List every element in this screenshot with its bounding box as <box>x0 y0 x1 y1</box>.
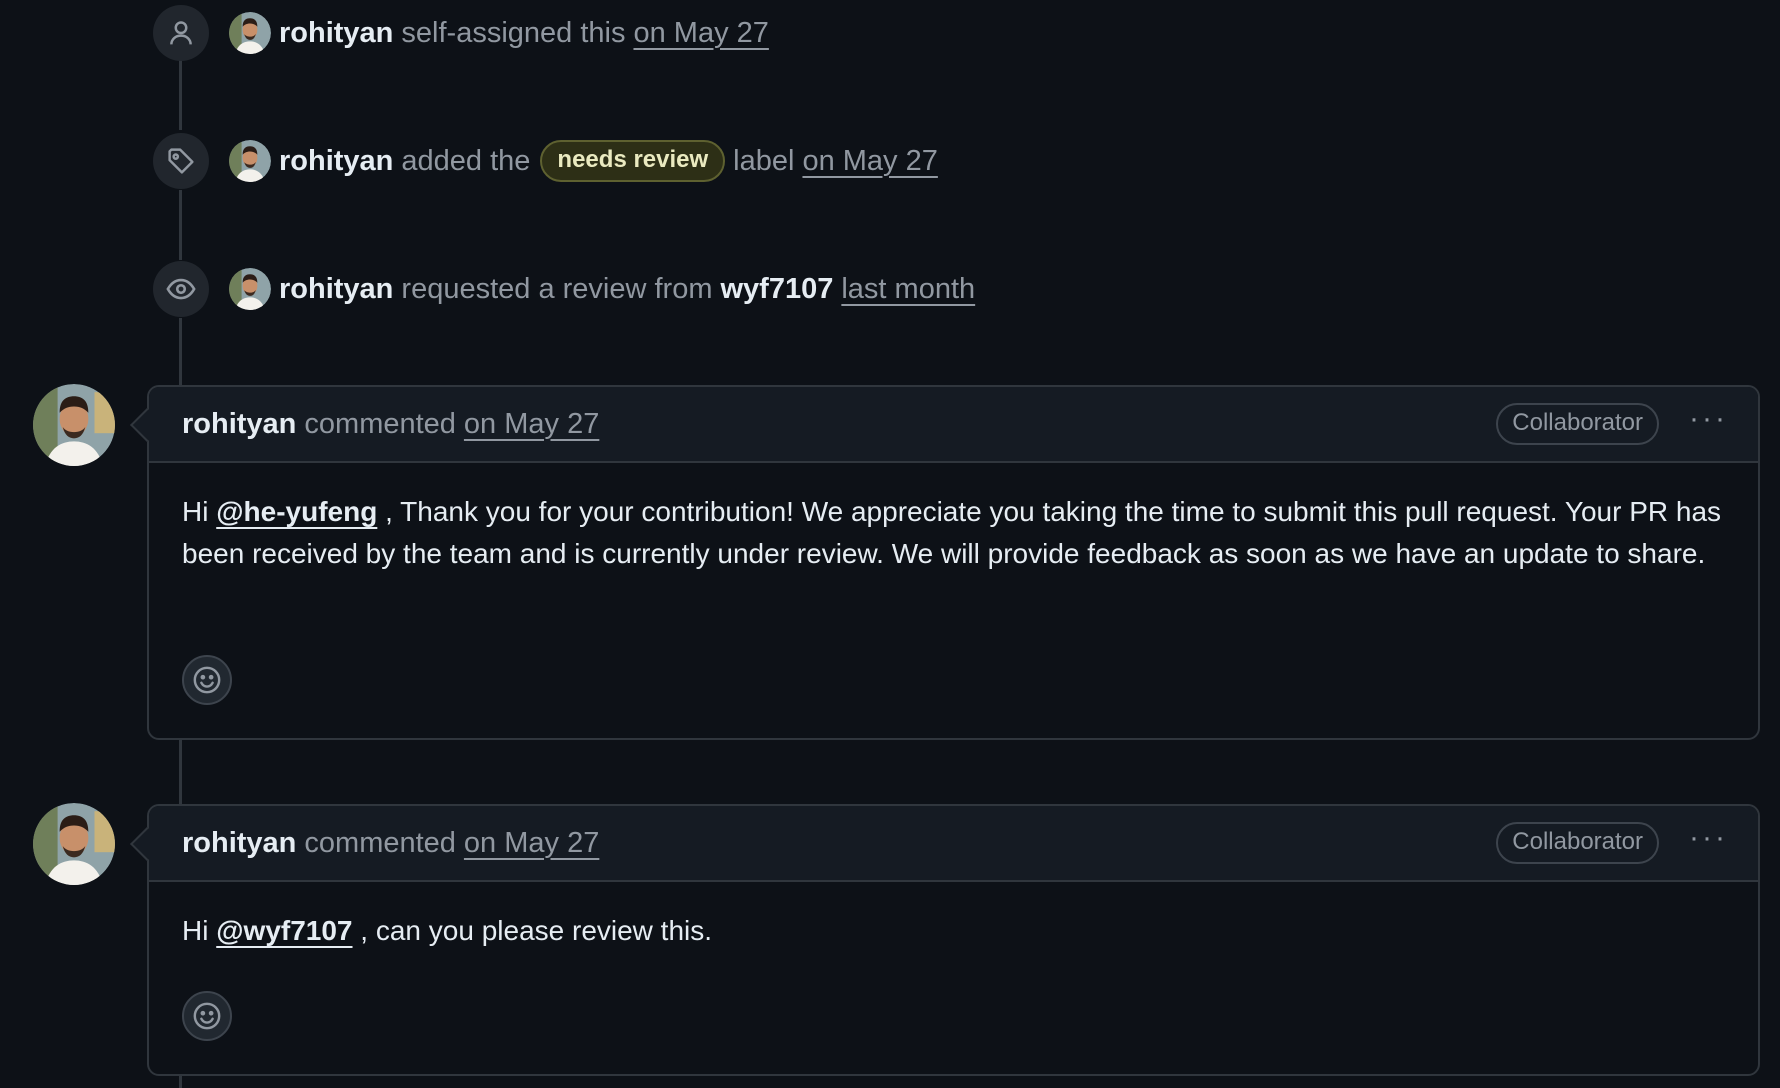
add-reaction-button[interactable] <box>182 991 232 1041</box>
event-actor[interactable]: rohityan <box>279 273 393 306</box>
comment-box: rohityan commented on May 27 Collaborato… <box>130 385 1760 740</box>
user-avatar[interactable] <box>229 12 271 54</box>
event-actor[interactable]: rohityan <box>279 17 393 50</box>
comment-author-avatar[interactable] <box>33 803 115 885</box>
timeline-connector <box>179 190 182 260</box>
comment-header: rohityan commented on May 27 Collaborato… <box>149 387 1758 463</box>
collaborator-badge: Collaborator <box>1496 822 1660 864</box>
user-avatar[interactable] <box>229 268 271 310</box>
pr-timeline: rohityan self-assigned this on May 27 ro… <box>0 0 1780 1088</box>
user-avatar[interactable] <box>229 140 271 182</box>
comment-text-prefix: Hi <box>182 915 217 946</box>
comment-box: rohityan commented on May 27 Collaborato… <box>130 804 1760 1076</box>
event-description: self-assigned this <box>401 16 626 49</box>
user-mention[interactable]: @wyf7107 <box>216 915 352 946</box>
person-icon <box>153 5 209 61</box>
event-timestamp[interactable]: on May 27 <box>802 145 937 178</box>
event-reviewer[interactable]: wyf7107 <box>721 273 834 306</box>
comment-options-icon[interactable]: ··· <box>1689 823 1728 863</box>
comment-body: Hi @he-yufeng , Thank you for your contr… <box>149 463 1758 575</box>
event-description: added the <box>401 144 531 177</box>
timeline-event-labeled: rohityan added the needs review label on… <box>153 133 938 189</box>
event-timestamp[interactable]: last month <box>841 273 975 306</box>
timeline-event-assigned: rohityan self-assigned this on May 27 <box>153 5 769 61</box>
timeline-event-review-requested: rohityan requested a review from wyf7107… <box>153 261 975 317</box>
comment-text: , Thank you for your contribution! We ap… <box>182 496 1722 569</box>
event-actor[interactable]: rohityan <box>279 145 393 178</box>
eye-icon <box>153 261 209 317</box>
smiley-icon <box>193 1002 221 1030</box>
needs-review-label[interactable]: needs review <box>540 140 726 182</box>
user-mention[interactable]: @he-yufeng <box>216 496 377 527</box>
timeline-connector <box>179 318 182 386</box>
comment-options-icon[interactable]: ··· <box>1689 404 1728 444</box>
comment-text: , can you please review this. <box>352 915 713 946</box>
event-description-suffix: label <box>733 144 795 177</box>
add-reaction-button[interactable] <box>182 655 232 705</box>
event-description: requested a review from <box>401 272 713 305</box>
collaborator-badge: Collaborator <box>1496 403 1660 445</box>
comment-header: rohityan commented on May 27 Collaborato… <box>149 806 1758 882</box>
tag-icon <box>153 133 209 189</box>
smiley-icon <box>193 666 221 694</box>
comment-timestamp[interactable]: on May 27 <box>464 827 599 860</box>
comment-author[interactable]: rohityan <box>182 827 296 860</box>
timeline-connector <box>179 738 182 806</box>
comment-author[interactable]: rohityan <box>182 408 296 441</box>
comment-timestamp[interactable]: on May 27 <box>464 408 599 441</box>
comment-text-prefix: Hi <box>182 496 217 527</box>
timeline-connector <box>179 60 182 130</box>
comment-body: Hi @wyf7107 , can you please review this… <box>149 882 1758 952</box>
comment-author-avatar[interactable] <box>33 384 115 466</box>
comment-action: commented <box>304 826 456 859</box>
event-timestamp[interactable]: on May 27 <box>633 17 768 50</box>
comment-action: commented <box>304 407 456 440</box>
